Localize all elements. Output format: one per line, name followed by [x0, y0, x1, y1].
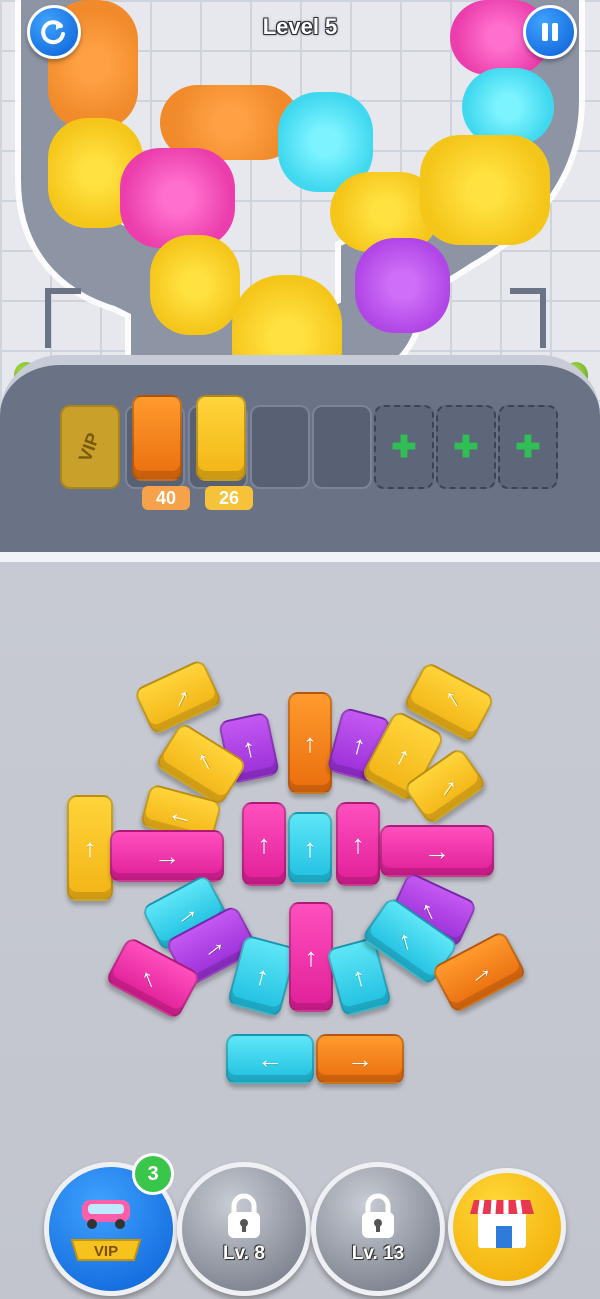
bus-pink[interactable]: ↑: [242, 802, 286, 886]
arrow-icon: →: [424, 836, 450, 866]
locked-booster-lv8[interactable]: Lv. 8: [177, 1162, 311, 1296]
bus-orange[interactable]: ↑: [288, 692, 332, 794]
arrow-icon: ↑: [251, 959, 273, 993]
vip-booster-label: VIP: [93, 1243, 119, 1260]
lock-icon: [228, 1193, 260, 1238]
arrow-icon: ↑: [304, 942, 318, 972]
bus-pink[interactable]: →: [110, 830, 224, 882]
arrow-icon: →: [459, 952, 499, 992]
parked-bus-orange: [132, 395, 182, 481]
arrow-icon: →: [192, 926, 232, 966]
arrow-icon: ↑: [83, 833, 97, 863]
bus-pink[interactable]: →: [380, 825, 494, 877]
bus-yellow[interactable]: ↑: [67, 795, 113, 901]
arrow-icon: ↑: [348, 960, 370, 994]
game-scene: VIP ✚ ✚ ✚ 40 26 Level 5: [0, 0, 600, 556]
plus-icon: ✚: [515, 430, 541, 464]
dock-slot-empty-1: [250, 405, 310, 489]
dock-slot-add-1[interactable]: ✚: [374, 405, 434, 489]
lock-icon: [362, 1193, 394, 1238]
shop-icon: [470, 1199, 534, 1248]
level-title: Level 5: [262, 14, 338, 39]
arrow-icon: ↑: [257, 829, 271, 859]
dock-slot-add-3[interactable]: ✚: [498, 405, 558, 489]
bus-cyan[interactable]: ↑: [288, 812, 332, 884]
dock-slot-empty-2: [312, 405, 372, 489]
arrow-icon: →: [425, 766, 465, 806]
plus-icon: ✚: [453, 430, 479, 464]
vip-count-badge: 3: [132, 1153, 174, 1195]
vip-slot[interactable]: VIP: [60, 405, 120, 489]
arrow-icon: →: [158, 678, 198, 716]
lock1-label: Lv. 8: [223, 1243, 265, 1264]
crowd-yellow-middle: [150, 235, 240, 335]
street-lamp-right: [540, 288, 546, 348]
street-lamp-left: [45, 288, 81, 348]
arrow-icon: →: [181, 745, 221, 783]
arrow-icon: →: [154, 841, 180, 871]
arrow-icon: ←: [164, 796, 198, 832]
arrow-icon: →: [429, 683, 469, 721]
scene-divider: [0, 552, 600, 562]
plus-icon: ✚: [391, 430, 417, 464]
crowd-yellow-right: [420, 135, 550, 245]
arrow-icon: ↑: [303, 833, 317, 863]
shop-button[interactable]: [448, 1168, 566, 1286]
lock2-label: Lv. 13: [351, 1243, 405, 1264]
crowd-purple: [355, 238, 450, 333]
bus-orange[interactable]: →: [316, 1034, 404, 1084]
arrow-icon: ↑: [351, 829, 365, 859]
parked-bus-yellow: [196, 395, 246, 481]
bus-cyan[interactable]: ←: [226, 1034, 314, 1084]
locked-booster-lv13[interactable]: Lv. 13: [311, 1162, 445, 1296]
pause-button[interactable]: [523, 5, 577, 59]
pause-icon: [542, 23, 558, 41]
arrow-icon: →: [347, 1044, 373, 1074]
arrow-icon: ↑: [303, 728, 317, 758]
crowd-pink: [120, 148, 235, 248]
bus-pink[interactable]: ↑: [336, 802, 380, 886]
dock-slot-add-2[interactable]: ✚: [436, 405, 496, 489]
arrow-icon: ←: [134, 960, 172, 996]
bus-capacity-yellow: 26: [205, 486, 253, 510]
arrow-icon: ↑: [390, 739, 416, 773]
arrow-icon: ↑: [239, 731, 259, 765]
arrow-icon: ←: [392, 924, 428, 958]
arrow-icon: ←: [257, 1044, 283, 1074]
bus-pink[interactable]: ↑: [289, 902, 333, 1012]
vip-slot-label: VIP: [75, 429, 104, 464]
arrow-icon: ↑: [348, 728, 370, 762]
bus-capacity-orange: 40: [142, 486, 190, 510]
